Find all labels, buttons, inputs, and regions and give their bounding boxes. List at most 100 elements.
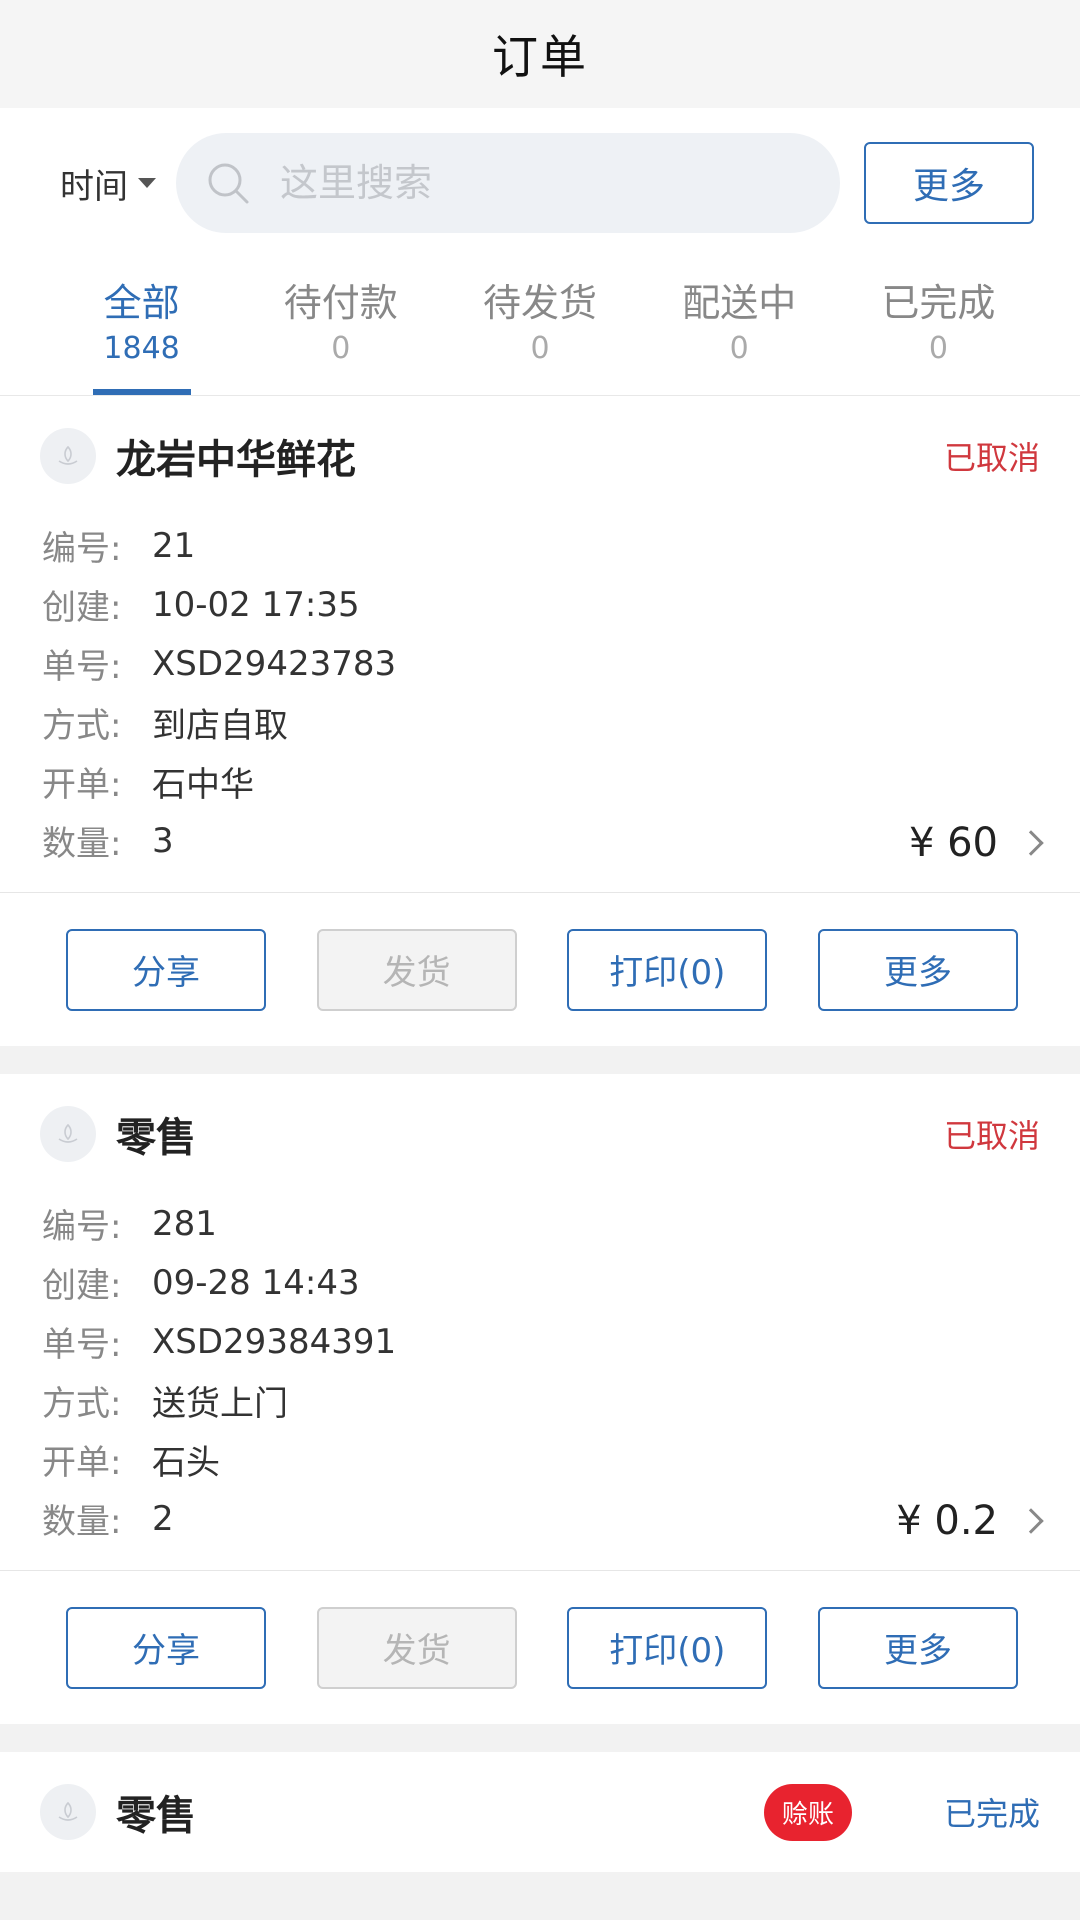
tab-count: 0 <box>331 331 351 366</box>
ship-button: 发货 <box>316 1606 517 1689</box>
chevron-right-icon <box>1018 1508 1044 1534</box>
order-actions: 分享 发货 打印(0) 更多 <box>0 892 1080 1046</box>
detail-value: 石头 <box>152 1443 220 1483</box>
detail-key: 编号: <box>42 529 122 569</box>
tab-count: 0 <box>530 331 550 366</box>
detail-row-issuer: 开单: 石头 <box>42 1430 1040 1489</box>
share-button[interactable]: 分享 <box>66 1606 266 1689</box>
print-button[interactable]: 打印(0) <box>567 1606 768 1689</box>
order-card-header: 零售 已取消 <box>0 1074 1080 1194</box>
more-button[interactable]: 更多 <box>817 1606 1018 1689</box>
detail-row-order-no: 单号: XSD29423783 <box>42 634 1040 693</box>
detail-key: 方式: <box>42 1384 122 1424</box>
order-card-header: 龙岩中华鲜花 已取消 <box>0 396 1080 516</box>
detail-value: XSD29384391 <box>152 1321 397 1362</box>
detail-key: 数量: <box>42 1502 122 1542</box>
flower-logo-icon <box>58 1123 78 1143</box>
chevron-right-icon <box>1018 830 1044 856</box>
more-filter-button[interactable]: 更多 <box>864 142 1034 224</box>
detail-key: 数量: <box>42 824 122 864</box>
order-card[interactable]: 零售 已取消 编号: 281 创建: 09-28 14:43 单号: XSD29384… <box>0 1074 1080 1724</box>
tab-count: 0 <box>928 331 948 366</box>
search-input[interactable] <box>280 161 800 205</box>
detail-row-created: 创建: 10-02 17:35 <box>42 575 1040 634</box>
order-status: 已取消 <box>943 1117 1040 1155</box>
tab-completed[interactable]: 已完成 0 <box>839 258 1038 395</box>
more-button[interactable]: 更多 <box>817 928 1018 1011</box>
detail-row-number: 编号: 281 <box>42 1194 1040 1253</box>
detail-value: 10-02 17:35 <box>152 584 360 625</box>
flower-logo-icon <box>58 1801 78 1821</box>
detail-value: 09-28 14:43 <box>152 1262 360 1303</box>
detail-key: 编号: <box>42 1207 122 1247</box>
shop-name: 龙岩中华鲜花 <box>116 437 356 483</box>
shop-avatar <box>40 1106 96 1162</box>
detail-key: 单号: <box>42 1325 122 1365</box>
search-icon <box>208 163 249 204</box>
tab-count: 0 <box>729 331 749 366</box>
tab-pending-shipment[interactable]: 待发货 0 <box>440 258 639 395</box>
detail-value: 21 <box>152 525 196 566</box>
detail-key: 创建: <box>42 1266 122 1306</box>
shop-avatar <box>40 1784 96 1840</box>
share-button[interactable]: 分享 <box>66 928 266 1011</box>
detail-value: 到店自取 <box>152 706 288 746</box>
detail-key: 单号: <box>42 647 122 687</box>
order-price: ¥ 0.2 <box>896 1498 998 1544</box>
tab-all[interactable]: 全部 1848 <box>42 258 241 395</box>
tab-label: 已完成 <box>881 281 996 325</box>
tab-label: 配送中 <box>682 281 797 325</box>
order-tabs: 全部 1848 待付款 0 待发货 0 配送中 0 已完成 0 <box>0 258 1080 396</box>
detail-row-quantity: 数量: 3 <box>42 811 1040 870</box>
detail-row-quantity: 数量: 2 <box>42 1489 1040 1548</box>
order-card-header: 零售 赊账 已完成 <box>0 1752 1080 1872</box>
time-filter-label: 时间 <box>60 166 128 207</box>
caret-down-icon <box>138 178 156 188</box>
search-box[interactable] <box>176 133 840 233</box>
order-status: 已完成 <box>943 1795 1040 1833</box>
detail-value: 石中华 <box>152 765 254 805</box>
detail-row-issuer: 开单: 石中华 <box>42 752 1040 811</box>
order-actions: 分享 发货 打印(0) 更多 <box>0 1570 1080 1724</box>
credit-badge: 赊账 <box>763 1783 852 1841</box>
detail-key: 开单: <box>42 765 122 805</box>
detail-value: XSD29423783 <box>152 643 397 684</box>
detail-row-number: 编号: 21 <box>42 516 1040 575</box>
print-button[interactable]: 打印(0) <box>567 928 768 1011</box>
detail-row-method: 方式: 到店自取 <box>42 693 1040 752</box>
detail-key: 方式: <box>42 706 122 746</box>
orders-page: 订单 时间 更多 全部 1848 待付款 0 待发货 0 配送中 <box>0 0 1080 1920</box>
order-status: 已取消 <box>943 439 1040 477</box>
tab-delivering[interactable]: 配送中 0 <box>640 258 839 395</box>
detail-row-method: 方式: 送货上门 <box>42 1371 1040 1430</box>
detail-key: 开单: <box>42 1443 122 1483</box>
order-price-link[interactable]: ¥ 60 <box>908 820 1044 866</box>
order-card[interactable]: 零售 赊账 已完成 <box>0 1752 1080 1872</box>
tab-pending-payment[interactable]: 待付款 0 <box>241 258 440 395</box>
order-price: ¥ 60 <box>908 820 998 866</box>
detail-value: 3 <box>152 820 174 861</box>
time-filter-dropdown[interactable]: 时间 <box>60 159 156 208</box>
order-details: 编号: 21 创建: 10-02 17:35 单号: XSD29423783 方式: 到… <box>0 516 1080 892</box>
order-card[interactable]: 龙岩中华鲜花 已取消 编号: 21 创建: 10-02 17:35 单号: XSD29… <box>0 396 1080 1046</box>
tab-count: 1848 <box>103 331 180 366</box>
detail-key: 创建: <box>42 588 122 628</box>
order-details: 编号: 281 创建: 09-28 14:43 单号: XSD29384391 方式:… <box>0 1194 1080 1570</box>
detail-value: 281 <box>152 1203 217 1244</box>
page-title: 订单 <box>492 30 588 84</box>
ship-button: 发货 <box>316 928 517 1011</box>
title-bar: 订单 <box>0 0 1080 108</box>
tab-label: 待发货 <box>483 281 598 325</box>
tab-label: 全部 <box>103 281 180 325</box>
detail-row-order-no: 单号: XSD29384391 <box>42 1312 1040 1371</box>
detail-value: 2 <box>152 1498 174 1539</box>
order-price-link[interactable]: ¥ 0.2 <box>896 1498 1044 1544</box>
shop-avatar <box>40 428 96 484</box>
flower-logo-icon <box>58 445 78 465</box>
search-row: 时间 更多 <box>0 108 1080 258</box>
detail-value: 送货上门 <box>152 1384 288 1424</box>
tab-label: 待付款 <box>283 281 398 325</box>
detail-row-created: 创建: 09-28 14:43 <box>42 1253 1040 1312</box>
shop-name: 零售 <box>116 1793 196 1839</box>
shop-name: 零售 <box>116 1115 196 1161</box>
